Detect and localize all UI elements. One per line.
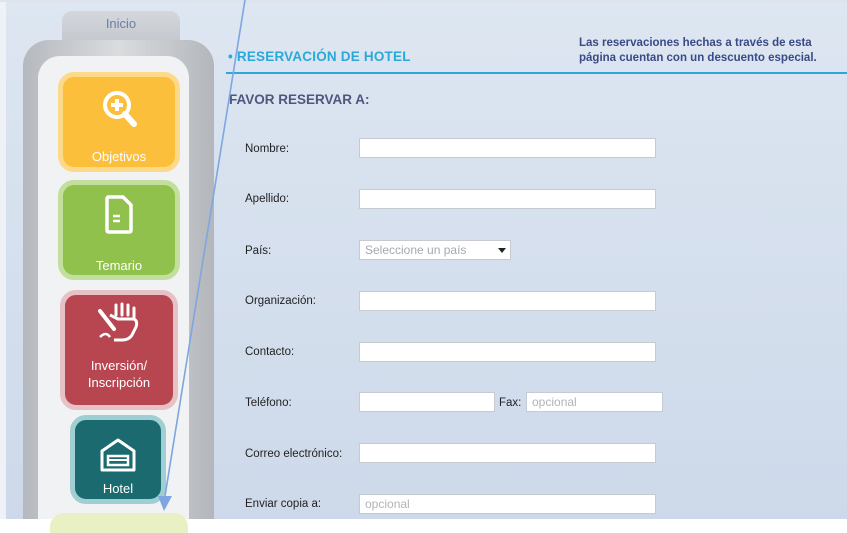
nombre-input[interactable] (359, 138, 656, 158)
nav-objetivos-label: Objetivos (91, 149, 147, 164)
nav-inversion-button[interactable]: Inversión/ Inscripción (60, 290, 178, 410)
correo-input[interactable] (359, 443, 656, 463)
nav-inversion-label-line1: Inversión/ (90, 358, 148, 373)
correo-label: Correo electrónico: (245, 448, 343, 460)
pais-selected-value: Seleccione un país (365, 243, 467, 257)
organizacion-input[interactable] (359, 291, 656, 311)
section-title: • RESERVACIÓN DE HOTEL (228, 49, 411, 64)
fax-input[interactable] (526, 392, 663, 412)
contacto-input[interactable] (359, 342, 656, 362)
nombre-label: Nombre: (245, 143, 290, 155)
copia-label: Enviar copia a: (245, 498, 322, 510)
nav-temario-label: Temario (95, 258, 143, 273)
nav-hotel-button[interactable]: Hotel (70, 415, 166, 504)
chevron-down-icon (498, 248, 506, 253)
left-border (0, 2, 6, 519)
next-nav-button[interactable] (50, 513, 188, 533)
signing-hand-icon (98, 302, 139, 342)
contacto-label: Contacto: (245, 346, 295, 358)
apellido-label: Apellido: (245, 193, 290, 205)
nav-temario-button[interactable]: Temario (58, 180, 180, 280)
hotel-icon (100, 438, 136, 472)
copia-input[interactable] (359, 494, 656, 514)
title-divider (226, 72, 847, 74)
zoom-in-icon (103, 91, 137, 127)
form-heading: FAVOR RESERVAR A: (229, 92, 370, 107)
apellido-input[interactable] (359, 189, 656, 209)
discount-note: Las reservaciones hechas a través de est… (579, 37, 817, 64)
nav-objetivos-button[interactable]: Objetivos (58, 72, 180, 172)
document-icon (105, 195, 133, 234)
pais-label: País: (245, 245, 272, 257)
nav-inversion-label-line2: Inscripción (87, 375, 151, 390)
telefono-label: Teléfono: (245, 397, 292, 409)
fax-label: Fax: (499, 397, 522, 409)
telefono-input[interactable] (359, 392, 495, 412)
nav-hotel-label: Hotel (102, 481, 134, 496)
pais-select[interactable]: Seleccione un país (359, 240, 511, 260)
organizacion-label: Organización: (245, 295, 316, 307)
